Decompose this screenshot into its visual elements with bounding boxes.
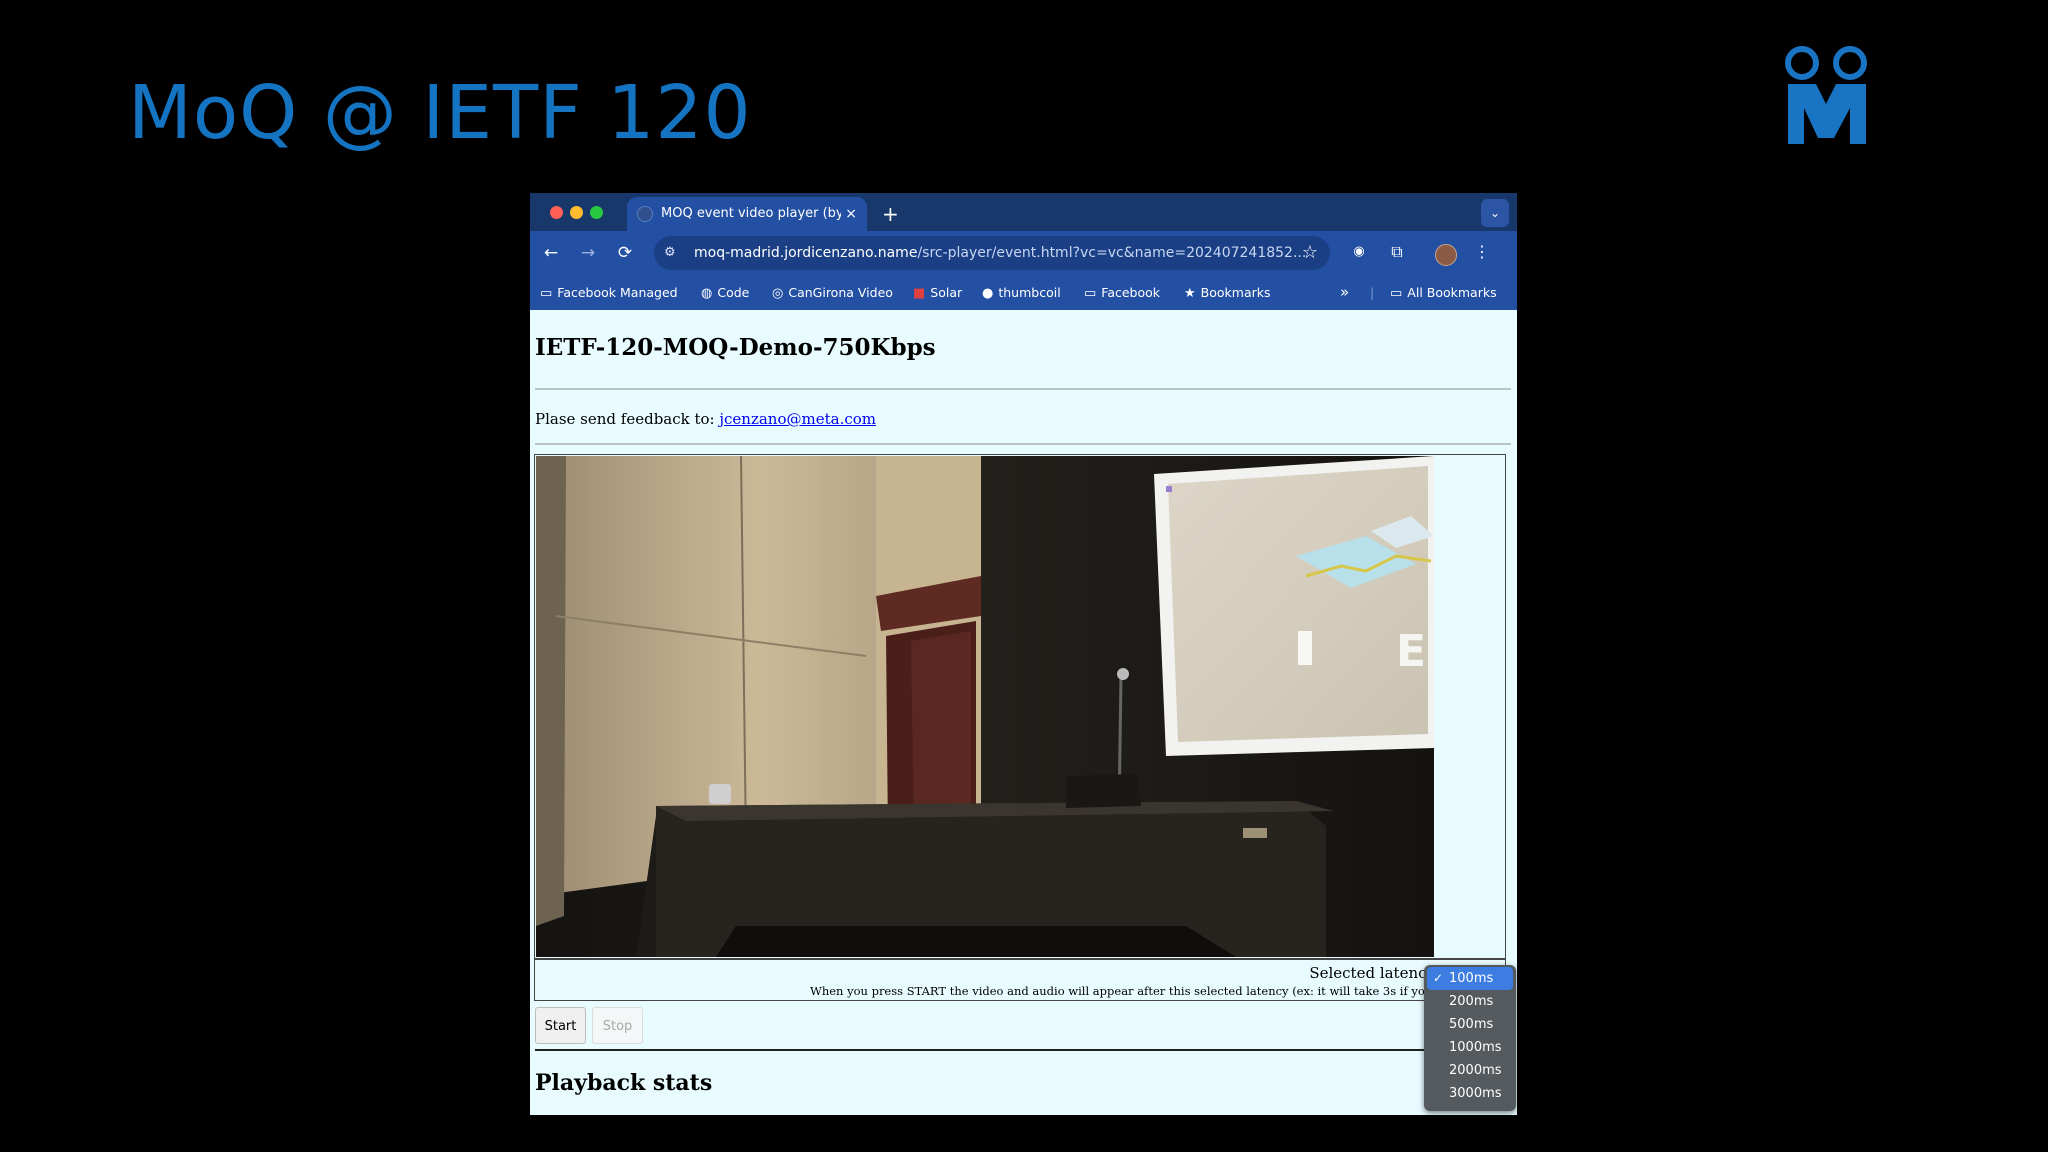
web-page: IETF-120-MOQ-Demo-750Kbps Plase send fee… <box>530 310 1517 1115</box>
bookmark-code[interactable]: ◍ Code <box>701 275 749 310</box>
github-icon: ● <box>982 286 994 301</box>
page-heading: IETF-120-MOQ-Demo-750Kbps <box>535 334 936 361</box>
site-settings-icon[interactable]: ⚙ <box>664 236 676 270</box>
bookmark-solar[interactable]: ■ Solar <box>913 275 962 310</box>
globe-icon: ◍ <box>701 286 713 301</box>
latency-panel: Selected latency When you press START th… <box>534 959 1506 1001</box>
svg-text:E: E <box>1396 626 1426 677</box>
url-text[interactable]: moq-madrid.jordicenzano.name/src-player/… <box>694 236 1306 270</box>
folder-icon: ▭ <box>1390 286 1403 301</box>
feedback-line: Plase send feedback to: jcenzano@meta.co… <box>535 410 876 428</box>
forward-button[interactable]: → <box>575 239 601 267</box>
video-canvas[interactable]: E <box>536 456 1434 957</box>
navigation-bar: ← → ⟳ ⚙ moq-madrid.jordicenzano.name/src… <box>530 231 1517 275</box>
back-button[interactable]: ← <box>538 239 564 267</box>
tab-search-button[interactable]: ⌄ <box>1481 199 1509 227</box>
bookmarks-overflow-button[interactable]: » <box>1340 275 1349 310</box>
latency-note: When you press START the video and audio… <box>810 984 1442 998</box>
bookmarks-divider: | <box>1370 285 1375 300</box>
latency-option[interactable]: ✓ 100ms <box>1427 967 1513 990</box>
tab-close-icon[interactable]: × <box>845 197 857 231</box>
latency-dropdown[interactable]: ✓ 100ms 200ms 500ms 1000ms 2000ms 3000ms <box>1424 965 1516 1111</box>
maximize-window-button[interactable] <box>590 206 603 219</box>
bookmark-facebook[interactable]: ▭ Facebook <box>1084 275 1160 310</box>
latency-option[interactable]: 3000ms <box>1427 1082 1513 1105</box>
bookmark-star-icon[interactable]: ☆ <box>1302 236 1318 270</box>
more-menu-icon[interactable]: ⋮ <box>1468 237 1496 267</box>
feedback-email-link[interactable]: jcenzano@meta.com <box>719 410 876 428</box>
bookmark-bookmarks[interactable]: ★ Bookmarks <box>1184 275 1271 310</box>
latency-option[interactable]: 1000ms <box>1427 1036 1513 1059</box>
bookmark-facebook-managed[interactable]: ▭ Facebook Managed <box>540 275 678 310</box>
browser-window: MOQ event video player (by J × + ⌄ ← → ⟳… <box>530 193 1517 1115</box>
star-icon: ★ <box>1184 286 1196 301</box>
divider <box>535 1049 1511 1051</box>
minimize-window-button[interactable] <box>570 206 583 219</box>
solar-icon: ■ <box>913 286 926 301</box>
latency-option[interactable]: 500ms <box>1427 1013 1513 1036</box>
new-tab-button[interactable]: + <box>882 197 899 231</box>
bookmarks-bar: ▭ Facebook Managed ◍ Code ◎ CanGirona Video… <box>530 275 1517 311</box>
tab-favicon-icon <box>637 206 653 222</box>
slide-title: MoQ @ IETF 120 <box>128 70 752 156</box>
bookmark-cangirona-video[interactable]: ◎ CanGirona Video <box>772 275 893 310</box>
tab-active[interactable]: MOQ event video player (by J × <box>627 197 867 231</box>
tab-bar: MOQ event video player (by J × + ⌄ <box>530 193 1517 231</box>
address-bar[interactable]: ⚙ moq-madrid.jordicenzano.name/src-playe… <box>654 236 1330 270</box>
checkmark-icon: ✓ <box>1433 971 1444 985</box>
divider <box>535 443 1511 445</box>
extension-icon[interactable]: ◉ <box>1345 237 1373 267</box>
latency-option[interactable]: 200ms <box>1427 990 1513 1013</box>
reload-button[interactable]: ⟳ <box>612 239 638 267</box>
stop-button[interactable]: Stop <box>592 1007 643 1044</box>
meta-people-logo <box>1785 46 1867 144</box>
folder-icon: ▭ <box>540 286 553 301</box>
latency-option[interactable]: 2000ms <box>1427 1059 1513 1082</box>
video-player[interactable]: E <box>534 454 1506 959</box>
divider <box>535 388 1511 390</box>
latency-label: Selected latency <box>1309 964 1435 982</box>
close-window-button[interactable] <box>550 206 563 219</box>
extensions-puzzle-icon[interactable]: ⧉ <box>1383 237 1411 267</box>
folder-icon: ▭ <box>1084 286 1097 301</box>
circle-icon: ◎ <box>772 286 784 301</box>
all-bookmarks-button[interactable]: ▭ All Bookmarks <box>1390 275 1497 310</box>
start-button[interactable]: Start <box>535 1007 586 1044</box>
tab-title: MOQ event video player (by J <box>661 206 841 221</box>
bookmark-thumbcoil[interactable]: ● thumbcoil <box>982 275 1061 310</box>
playback-stats-heading: Playback stats <box>535 1070 713 1096</box>
profile-avatar[interactable] <box>1435 244 1457 266</box>
